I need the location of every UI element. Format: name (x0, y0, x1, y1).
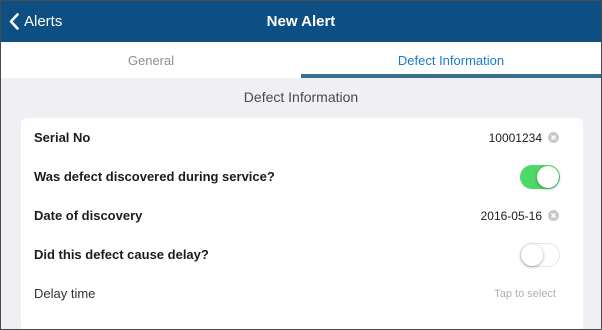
discovered-during-service-toggle[interactable] (520, 164, 560, 189)
toggle-knob (537, 165, 559, 188)
delay-time-picker[interactable]: Tap to select (494, 288, 556, 300)
date-of-discovery-value[interactable]: 2016-05-16 (481, 209, 542, 223)
caused-delay-label: Did this defect cause delay? (34, 247, 209, 262)
caused-delay-row: Did this defect cause delay? (21, 235, 583, 274)
page-title: New Alert (266, 13, 336, 30)
serial-no-value[interactable]: 10001234 (489, 131, 542, 145)
defect-form-card: Serial No 10001234 Was defect discovered… (21, 118, 583, 329)
serial-no-field[interactable]: 10001234 (489, 131, 559, 145)
back-button-label: Alerts (24, 13, 63, 30)
date-of-discovery-label: Date of discovery (34, 208, 143, 223)
serial-no-row: Serial No 10001234 (21, 118, 583, 157)
toggle-knob (521, 243, 543, 266)
date-of-discovery-row: Date of discovery 2016-05-16 (21, 196, 583, 235)
clear-icon[interactable] (548, 210, 559, 221)
app-window: Alerts New Alert General Defect Informat… (1, 1, 601, 329)
caused-delay-toggle[interactable] (520, 242, 560, 267)
discovered-during-service-row: Was defect discovered during service? (21, 157, 583, 196)
back-button[interactable]: Alerts (9, 1, 62, 42)
discovered-during-service-label: Was defect discovered during service? (34, 169, 275, 184)
chevron-left-icon (9, 13, 19, 30)
navigation-bar: Alerts New Alert (1, 1, 601, 42)
tab-general[interactable]: General (1, 42, 301, 78)
date-of-discovery-field[interactable]: 2016-05-16 (481, 209, 559, 223)
delay-time-label: Delay time (34, 286, 96, 301)
delay-time-row[interactable]: Delay time Tap to select (21, 274, 583, 313)
clear-icon[interactable] (548, 132, 559, 143)
tab-defect-information[interactable]: Defect Information (301, 42, 601, 78)
section-title: Defect Information (243, 89, 359, 105)
segmented-tabs: General Defect Information (1, 42, 601, 78)
serial-no-label: Serial No (34, 130, 91, 145)
